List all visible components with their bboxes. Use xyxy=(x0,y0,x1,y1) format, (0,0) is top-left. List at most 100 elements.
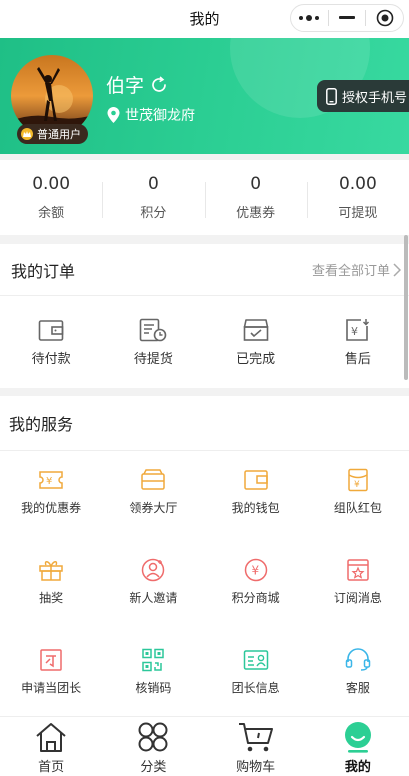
profile-header: 普通用户 伯字 世茂御龙府 授权手机号 xyxy=(0,38,409,154)
service-team-red-packet[interactable]: ¥ 组队红包 xyxy=(307,451,409,541)
stat-value: 0 xyxy=(250,174,262,194)
service-coupon-hall[interactable]: 领券大厅 xyxy=(102,451,204,541)
service-label: 抽奖 xyxy=(39,591,64,605)
svg-text:¥: ¥ xyxy=(46,476,52,487)
stat-coupons[interactable]: 0 优惠券 xyxy=(204,174,307,221)
bind-phone-button[interactable]: 授权手机号 xyxy=(317,80,409,112)
minus-icon xyxy=(339,16,355,19)
svg-text:¥: ¥ xyxy=(351,325,358,338)
stat-points[interactable]: 0 积分 xyxy=(102,174,204,221)
tab-category[interactable]: 分类 xyxy=(102,717,204,776)
chevron-right-icon xyxy=(393,262,401,277)
service-verification-code[interactable]: 核销码 xyxy=(102,631,204,721)
service-leader-info[interactable]: 团长信息 xyxy=(205,631,307,721)
stat-value: 0.00 xyxy=(32,174,71,194)
stat-label: 可提现 xyxy=(338,206,378,221)
more-dots-icon xyxy=(299,15,320,21)
service-points-mall[interactable]: ¥ 积分商城 xyxy=(205,541,307,631)
location-pin-icon xyxy=(107,107,120,123)
stat-balance[interactable]: 0.00 余额 xyxy=(0,174,102,221)
service-lottery[interactable]: 抽奖 xyxy=(0,541,102,631)
stat-value: 0.00 xyxy=(338,174,377,194)
stat-value: 0 xyxy=(147,174,159,194)
service-my-wallet[interactable]: 我的钱包 xyxy=(205,451,307,541)
mini-program-capsule xyxy=(290,4,404,32)
username-row: 伯字 xyxy=(106,71,168,98)
tab-label: 首页 xyxy=(38,760,65,775)
order-completed[interactable]: 已完成 xyxy=(205,318,307,367)
member-level-badge: 普通用户 xyxy=(17,124,88,144)
order-after-sales[interactable]: ¥ 售后 xyxy=(307,318,409,367)
service-label: 我的钱包 xyxy=(231,501,280,515)
crown-icon xyxy=(21,128,33,140)
category-icon xyxy=(138,722,168,752)
my-services-section: 我的服务 ¥ 我的优惠券 领券大厅 我的钱包 ¥ 组队红包 抽奖 新人邀请 ¥ … xyxy=(0,396,409,716)
gift-icon xyxy=(39,561,63,581)
section-title: 我的服务 xyxy=(0,396,409,451)
tab-label: 我的 xyxy=(344,760,371,775)
red-packet-icon: ¥ xyxy=(348,468,368,492)
service-label: 团长信息 xyxy=(231,681,280,695)
phone-icon xyxy=(326,87,337,105)
view-all-orders-link[interactable]: 查看全部订单 xyxy=(312,260,401,279)
minimize-button[interactable] xyxy=(329,5,366,31)
service-subscribe-messages[interactable]: 订阅消息 xyxy=(307,541,409,631)
qr-code-icon xyxy=(142,648,165,672)
stat-label: 积分 xyxy=(140,206,167,221)
scrollbar[interactable] xyxy=(404,235,408,380)
wallet-icon xyxy=(38,320,64,341)
points-mall-icon: ¥ xyxy=(244,558,267,582)
svg-text:¥: ¥ xyxy=(354,480,360,490)
stat-label: 优惠券 xyxy=(236,206,276,221)
username: 伯字 xyxy=(106,75,145,97)
more-button[interactable] xyxy=(291,5,328,31)
apply-leader-icon xyxy=(40,649,62,671)
service-new-user-invite[interactable]: 新人邀请 xyxy=(102,541,204,631)
service-label: 新人邀请 xyxy=(129,591,178,605)
view-all-orders-label: 查看全部订单 xyxy=(311,264,390,279)
service-label: 积分商城 xyxy=(231,591,280,605)
service-customer-support[interactable]: 客服 xyxy=(307,631,409,721)
tab-home[interactable]: 首页 xyxy=(0,717,102,776)
coupon-hall-icon xyxy=(141,469,166,490)
my-orders-section: 我的订单 查看全部订单 待付款 待提货 已完成 ¥ 售后 xyxy=(0,244,409,388)
completed-box-icon xyxy=(243,319,268,341)
service-apply-leader[interactable]: 申请当团长 xyxy=(0,631,102,721)
order-label: 待提货 xyxy=(133,352,173,367)
service-label: 申请当团长 xyxy=(21,681,82,695)
top-bar: 我的 xyxy=(0,0,409,38)
service-label: 领券大厅 xyxy=(129,501,178,515)
bind-phone-label: 授权手机号 xyxy=(342,90,408,106)
tab-cart[interactable]: 购物车 xyxy=(205,717,307,776)
location-row[interactable]: 世茂御龙府 xyxy=(107,105,195,125)
bottom-tab-bar: 首页 分类 购物车 我的 xyxy=(0,716,409,776)
coupon-icon: ¥ xyxy=(39,471,63,489)
refresh-icon[interactable] xyxy=(150,75,168,94)
order-pending-payment[interactable]: 待付款 xyxy=(0,318,102,367)
invite-user-icon xyxy=(142,558,165,582)
headset-icon xyxy=(345,648,371,671)
location-label: 世茂御龙府 xyxy=(125,108,195,124)
service-label: 我的优惠券 xyxy=(21,501,82,515)
close-button[interactable] xyxy=(366,5,403,31)
service-label: 客服 xyxy=(345,681,370,695)
subscribe-icon xyxy=(347,559,369,581)
tab-label: 购物车 xyxy=(236,760,276,775)
order-label: 已完成 xyxy=(236,352,276,367)
target-close-icon xyxy=(376,9,393,27)
profile-icon xyxy=(344,722,371,753)
after-sales-icon: ¥ xyxy=(346,319,369,341)
order-label: 售后 xyxy=(344,352,371,367)
tab-label: 分类 xyxy=(140,760,167,775)
cart-icon xyxy=(238,723,273,752)
order-pending-pickup[interactable]: 待提货 xyxy=(102,318,204,367)
tab-profile[interactable]: 我的 xyxy=(307,717,409,776)
pickup-icon xyxy=(140,318,167,342)
leader-card-icon xyxy=(243,650,268,670)
account-stats: 0.00 余额 0 积分 0 优惠券 0.00 可提现 xyxy=(0,160,409,235)
svg-text:¥: ¥ xyxy=(251,564,259,578)
service-my-coupons[interactable]: ¥ 我的优惠券 xyxy=(0,451,102,541)
wallet-icon xyxy=(243,470,268,490)
stat-withdrawable[interactable]: 0.00 可提现 xyxy=(306,174,409,221)
service-label: 组队红包 xyxy=(333,501,382,515)
